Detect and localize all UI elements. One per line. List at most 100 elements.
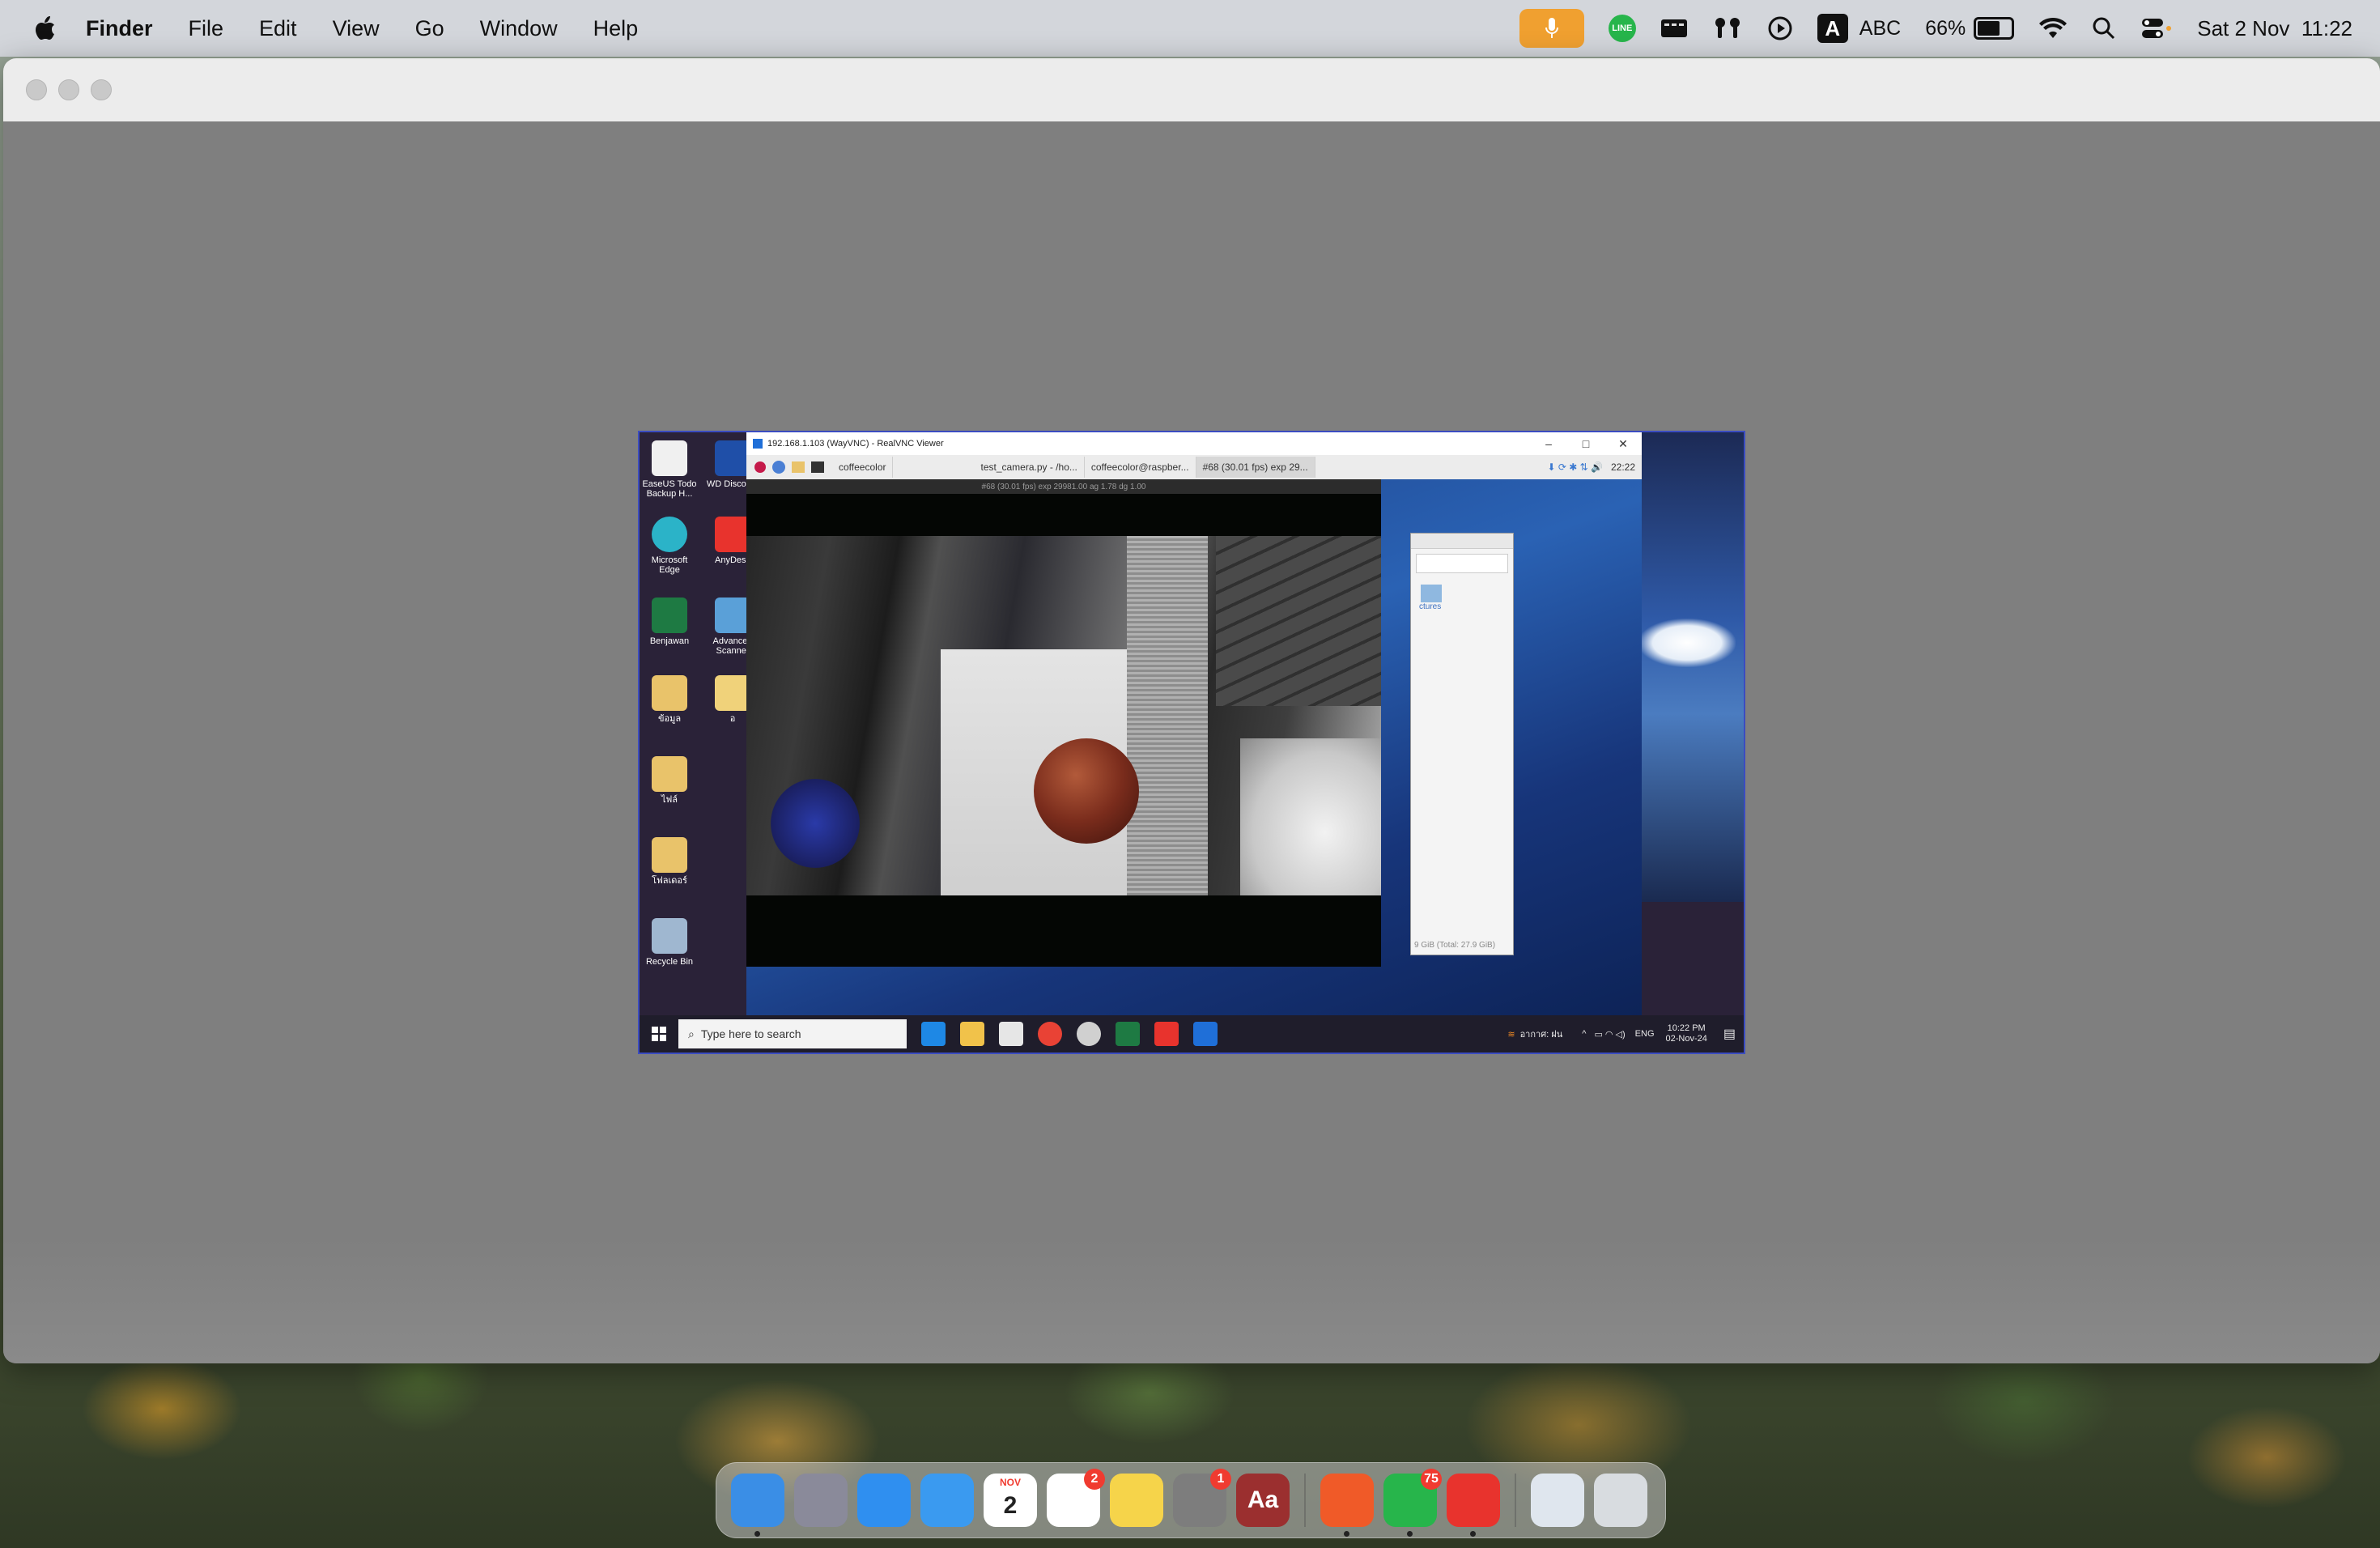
pi-tab-coffeecolor[interactable]: coffeecolor [832,457,894,478]
app-icon[interactable] [1077,1022,1101,1046]
airpods-icon[interactable] [1712,15,1743,41]
desktop-icon-excel[interactable]: Benjawan [641,598,698,646]
notifications-icon[interactable]: ▤ [1723,1026,1736,1042]
tray-overflow-icon[interactable]: ^ [1582,1029,1586,1039]
remote-wallpaper [1630,432,1744,902]
display-icon[interactable] [1660,17,1688,40]
taskbar-search-box[interactable]: ⌕ Type here to search [678,1019,907,1048]
raspberry-menu-icon[interactable] [754,461,766,473]
camera-window-title[interactable]: #68 (30.01 fps) exp 29981.00 ag 1.78 dg … [746,479,1381,494]
dock-item-calendar-icon[interactable]: NOV 2 [984,1474,1037,1527]
dock-item-trash-icon[interactable] [1594,1474,1647,1527]
menu-app-name[interactable]: Finder [86,16,153,41]
dock-item-mail-icon[interactable] [920,1474,974,1527]
remote-screen-preview[interactable]: EaseUS Todo Backup H... WD Discover Micr… [638,431,1745,1054]
mic-icon[interactable] [1519,9,1584,48]
file-explorer-icon[interactable] [960,1022,984,1046]
zoom-button[interactable] [91,79,112,100]
dock-item-reminders-icon[interactable]: 2 [1047,1469,1105,1527]
desktop-icon-edge[interactable]: Microsoft Edge [641,517,698,575]
dock-item-safari-icon[interactable] [857,1474,911,1527]
language-indicator[interactable]: ENG [1635,1029,1655,1039]
control-center-icon[interactable] [2140,16,2173,40]
minimize-button[interactable] [58,79,79,100]
tray-status-icons[interactable]: ▭ ◠ ◁) [1594,1029,1625,1040]
pi-tab-test-camera[interactable]: test_camera.py - /ho... [974,457,1085,478]
taskbar-clock[interactable]: 10:22 PM 02-Nov-24 [1666,1023,1707,1044]
input-source-label[interactable]: ABC [1859,17,1901,40]
dock-item-line-icon[interactable]: 75 [1383,1469,1442,1537]
browser-icon[interactable] [772,461,785,474]
excel-icon [652,598,687,633]
dock-item-downloads-stack-icon[interactable] [1531,1474,1584,1527]
anydesk-icon[interactable] [1154,1022,1179,1046]
desktop-icon-label: Recycle Bin [645,957,694,967]
mail-icon[interactable] [921,1022,946,1046]
desktop-icon-folder-3[interactable]: โฟลเดอร์ [641,837,698,886]
wifi-icon[interactable] [2038,17,2068,40]
menu-file[interactable]: File [189,16,224,41]
camera-preview-window[interactable]: #68 (30.01 fps) exp 29981.00 ag 1.78 dg … [746,479,1381,967]
apple-menu-icon[interactable] [32,15,57,42]
menu-window[interactable]: Window [480,16,558,41]
file-manager-path-field[interactable] [1416,554,1508,573]
dock-item-finder-icon[interactable] [731,1474,784,1537]
realvnc-icon[interactable] [1193,1022,1218,1046]
store-icon[interactable] [999,1022,1023,1046]
pi-file-manager-window[interactable]: ctures 9 GiB (Total: 27.9 GiB) [1410,533,1514,955]
line-icon[interactable]: LINE [1608,15,1636,42]
menubar-clock[interactable]: Sat 2 Nov 11:22 [2197,16,2352,41]
dock-item-text: 2 [1003,1492,1018,1519]
pi-tab-camera-preview[interactable]: #68 (30.01 fps) exp 29... [1196,457,1315,478]
desktop-icon-label: โฟลเดอร์ [652,876,687,886]
dock-item-launchpad-icon[interactable] [794,1474,848,1527]
dock-item-dictionary-icon[interactable]: Aa [1236,1474,1290,1527]
battery-icon [1974,17,2015,40]
search-icon[interactable] [2092,16,2116,40]
desktop-icon-folder-2[interactable]: ไฟล์ [641,756,698,805]
vnc-close-button[interactable]: ✕ [1604,437,1642,451]
notification-badge: 1 [1210,1469,1231,1490]
file-manager-titlebar[interactable] [1411,534,1513,549]
pi-tray-icons[interactable]: ⬇ ⟳ ✱ ⇅ 🔊 [1547,461,1603,473]
search-icon: ⌕ [688,1027,695,1040]
excel-icon[interactable] [1116,1022,1140,1046]
close-button[interactable] [26,79,47,100]
desktop-icon-recycle-bin[interactable]: Recycle Bin [641,918,698,967]
vnc-minimize-button[interactable]: – [1530,437,1567,450]
desktop-icon-label: ข้อมูล [657,714,682,724]
play-icon[interactable] [1767,15,1793,41]
dock-item-settings-icon[interactable]: 1 [1173,1469,1231,1527]
desktop-icon-label: AnyDesk [714,555,751,565]
weather-icon[interactable]: ≋ [1507,1029,1515,1040]
taskbar-time: 10:22 PM [1667,1023,1706,1033]
pi-tab-terminal[interactable]: coffeecolor@raspber... [1085,457,1196,478]
menu-view[interactable]: View [333,16,380,41]
dock-item-notes-icon[interactable] [1110,1474,1163,1527]
menu-go[interactable]: Go [415,16,444,41]
terminal-icon[interactable] [811,461,824,473]
finder-titlebar[interactable] [3,58,2380,122]
desktop-icon-folder-1[interactable]: ข้อมูล [641,675,698,724]
battery-status[interactable]: 66% [1925,16,2015,40]
weather-label[interactable]: อากาศ: ฝน [1520,1027,1563,1041]
windows-start-button[interactable] [640,1015,678,1053]
running-indicator [1344,1531,1349,1537]
a-input-icon[interactable]: A [1817,14,1848,43]
dock-item-anydesk-icon[interactable] [1447,1474,1500,1537]
scanner-icon [715,598,750,633]
menu-edit[interactable]: Edit [259,16,297,41]
battery-percent: 66% [1925,16,1966,40]
wd-discover-icon [715,440,750,476]
chrome-icon[interactable] [1038,1022,1062,1046]
realvnc-titlebar[interactable]: 192.168.1.103 (WayVNC) - RealVNC Viewer … [746,432,1642,455]
desktop-icon-easeus[interactable]: EaseUS Todo Backup H... [641,440,698,499]
files-icon[interactable] [792,461,805,473]
vnc-maximize-button[interactable]: □ [1567,437,1604,450]
menu-help[interactable]: Help [593,16,639,41]
dock-item-brave-icon[interactable] [1320,1474,1374,1537]
realvnc-window[interactable]: 192.168.1.103 (WayVNC) - RealVNC Viewer … [746,432,1642,1015]
pictures-folder-icon[interactable] [1421,585,1442,602]
running-indicator [754,1531,760,1537]
desktop-icon-label: Benjawan [649,636,690,646]
